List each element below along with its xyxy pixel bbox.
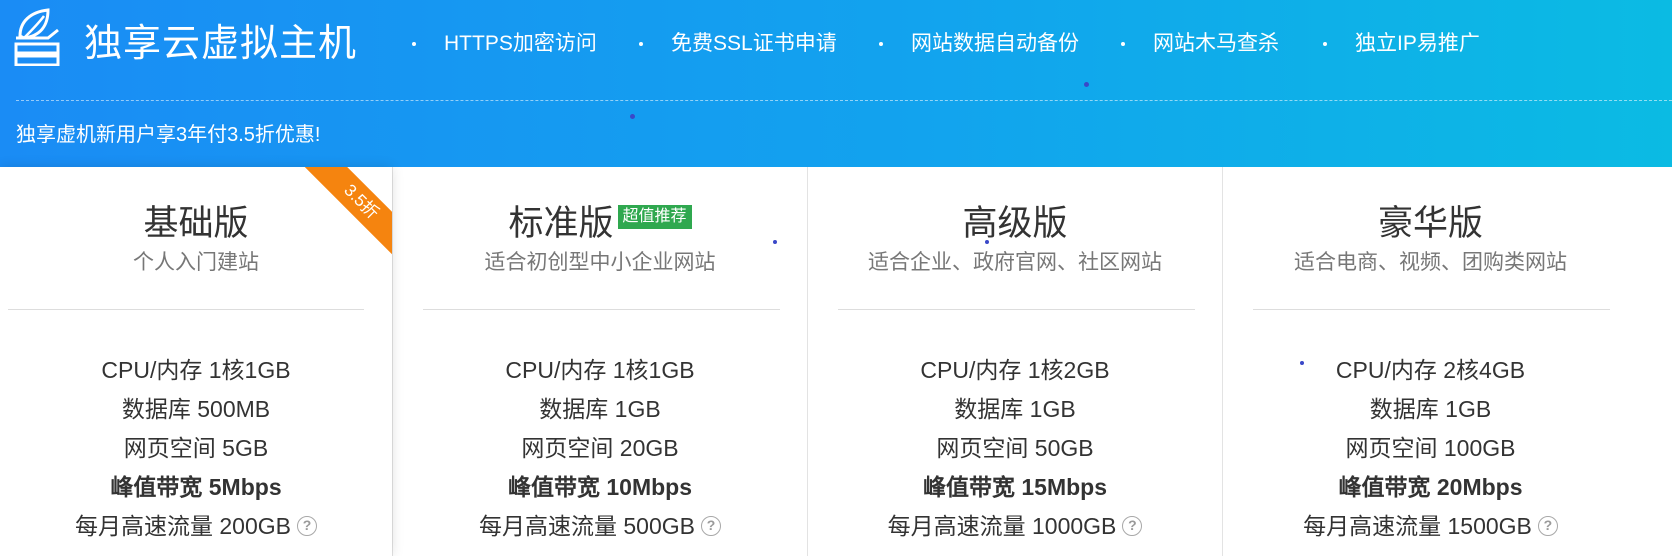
plan-subtitle: 适合电商、视频、团购类网站 (1294, 251, 1567, 274)
spec-space: 网页空间 50GB (936, 435, 1094, 461)
spec-cpu: CPU/内存 1核1GB (505, 357, 695, 383)
spec-bandwidth: 峰值带宽 15Mbps (922, 474, 1108, 500)
question-circle-icon[interactable]: ? (1122, 515, 1143, 536)
feature-item: HTTPS加密访问 (412, 29, 597, 59)
question-circle-icon[interactable]: ? (701, 515, 721, 536)
plan-specs: CPU/内存 1核1GB 数据库 500MB 网页空间 5GB 峰值带宽 5Mb… (0, 351, 392, 546)
card-divider (8, 309, 364, 310)
decorative-dot (630, 114, 635, 119)
plan-card-advanced[interactable]: 高级版 适合企业、政府官网、社区网站 CPU/内存 1核2GB 数据库 1GB … (807, 167, 1222, 556)
plan-name: 基础版 (143, 204, 249, 243)
plan-name: 豪华版 (1377, 204, 1483, 243)
spec-bandwidth: 峰值带宽 20Mbps (1338, 474, 1523, 500)
card-divider (423, 309, 780, 310)
promo-text: 独享虚机新用户享3年付3.5折优惠! (16, 124, 321, 146)
bullet-dot-icon (1323, 42, 1327, 46)
decorative-dot (1084, 82, 1089, 87)
spec-traffic: 每月高速流量 500GB? (393, 507, 807, 546)
spec-cpu: CPU/内存 2核4GB (1335, 357, 1526, 383)
decorative-dot (1300, 361, 1304, 365)
feature-item: 网站木马查杀 (1121, 29, 1279, 59)
card-divider (1253, 309, 1610, 310)
spec-database: 数据库 1GB (1369, 396, 1492, 422)
bullet-dot-icon (1121, 42, 1125, 46)
spec-database: 数据库 1GB (954, 396, 1076, 422)
plan-card-standard[interactable]: 标准版 超值推荐 适合初创型中小企业网站 CPU/内存 1核1GB 数据库 1GB… (392, 167, 807, 556)
feature-item: 独立IP易推广 (1323, 29, 1480, 59)
plan-subtitle: 适合初创型中小企业网站 (484, 251, 716, 274)
spec-traffic: 每月高速流量 200GB? (0, 507, 392, 546)
spec-cpu: CPU/内存 1核1GB (101, 357, 291, 383)
feature-list: HTTPS加密访问 免费SSL证书申请 网站数据自动备份 网站木马查杀 独立IP… (0, 29, 1672, 59)
spec-space: 网页空间 5GB (123, 435, 269, 461)
decorative-dot (985, 240, 989, 244)
plan-name: 高级版 (962, 204, 1068, 243)
plan-subtitle: 适合企业、政府官网、社区网站 (868, 251, 1162, 274)
spec-bandwidth: 峰值带宽 5Mbps (110, 474, 282, 500)
spec-database: 数据库 1GB (539, 396, 661, 422)
plan-subtitle: 个人入门建站 (133, 251, 259, 274)
bullet-dot-icon (412, 42, 416, 46)
banner-divider (16, 100, 1672, 101)
spec-database: 数据库 500MB (121, 396, 271, 422)
spec-space: 网页空间 20GB (521, 435, 679, 461)
spec-bandwidth: 峰值带宽 10Mbps (507, 474, 693, 500)
plan-specs: CPU/内存 1核2GB 数据库 1GB 网页空间 50GB 峰值带宽 15Mb… (808, 351, 1222, 546)
question-circle-icon[interactable]: ? (1537, 515, 1558, 536)
spec-traffic: 每月高速流量 1500GB? (1223, 507, 1638, 546)
question-circle-icon[interactable]: ? (297, 515, 317, 536)
plan-specs: CPU/内存 2核4GB 数据库 1GB 网页空间 100GB 峰值带宽 20M… (1223, 351, 1638, 546)
spec-traffic: 每月高速流量 1000GB? (808, 507, 1222, 546)
hero-banner: 独享云虚拟主机 HTTPS加密访问 免费SSL证书申请 网站数据自动备份 网站木… (0, 0, 1672, 167)
spec-space: 网页空间 100GB (1345, 435, 1516, 461)
bullet-dot-icon (879, 42, 883, 46)
plan-card-deluxe[interactable]: 豪华版 适合电商、视频、团购类网站 CPU/内存 2核4GB 数据库 1GB 网… (1222, 167, 1672, 556)
plan-name: 标准版 超值推荐 (393, 202, 807, 246)
plan-card-basic[interactable]: 3.5折 基础版 个人入门建站 CPU/内存 1核1GB 数据库 500MB 网… (0, 167, 392, 556)
card-divider (838, 309, 1195, 310)
feature-item: 免费SSL证书申请 (639, 29, 837, 59)
plan-list: 3.5折 基础版 个人入门建站 CPU/内存 1核1GB 数据库 500MB 网… (0, 167, 1672, 556)
bullet-dot-icon (639, 42, 643, 46)
plan-specs: CPU/内存 1核1GB 数据库 1GB 网页空间 20GB 峰值带宽 10Mb… (393, 351, 807, 546)
decorative-dot (773, 240, 777, 244)
spec-cpu: CPU/内存 1核2GB (920, 357, 1110, 383)
recommend-badge: 超值推荐 (617, 205, 692, 229)
feature-item: 网站数据自动备份 (879, 29, 1079, 59)
